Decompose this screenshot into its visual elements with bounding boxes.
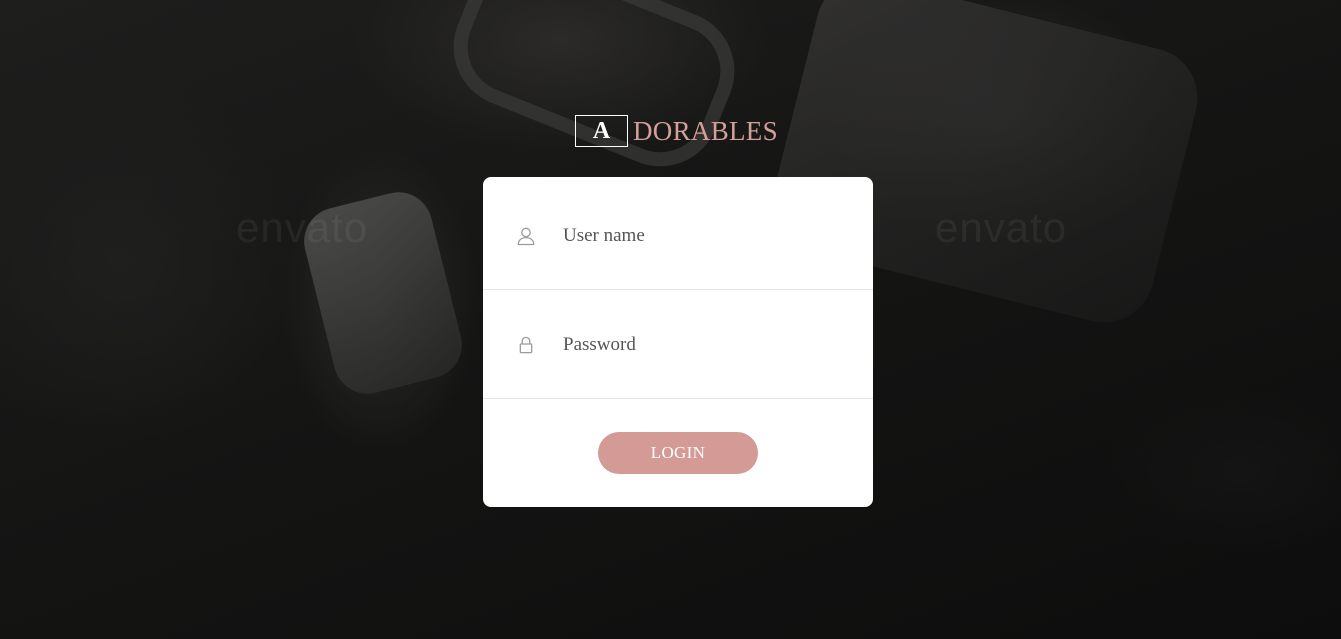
login-card: LOGIN: [483, 177, 873, 507]
lock-icon: [515, 334, 537, 356]
password-row: [483, 291, 873, 399]
login-button[interactable]: LOGIN: [598, 432, 758, 474]
logo-initial: A: [592, 117, 611, 144]
bag-handle-shape: [435, 0, 753, 185]
user-icon: [515, 225, 537, 247]
logo-wordmark: DORABLES: [633, 115, 778, 146]
logo-initial-box: A: [575, 115, 628, 147]
brand-logo: A DORABLES: [575, 114, 778, 148]
watermark-right: envato: [935, 204, 1068, 251]
username-input[interactable]: [563, 224, 843, 247]
watermark-left: envato: [236, 204, 369, 251]
password-input[interactable]: [563, 333, 843, 356]
username-row: [483, 182, 873, 290]
